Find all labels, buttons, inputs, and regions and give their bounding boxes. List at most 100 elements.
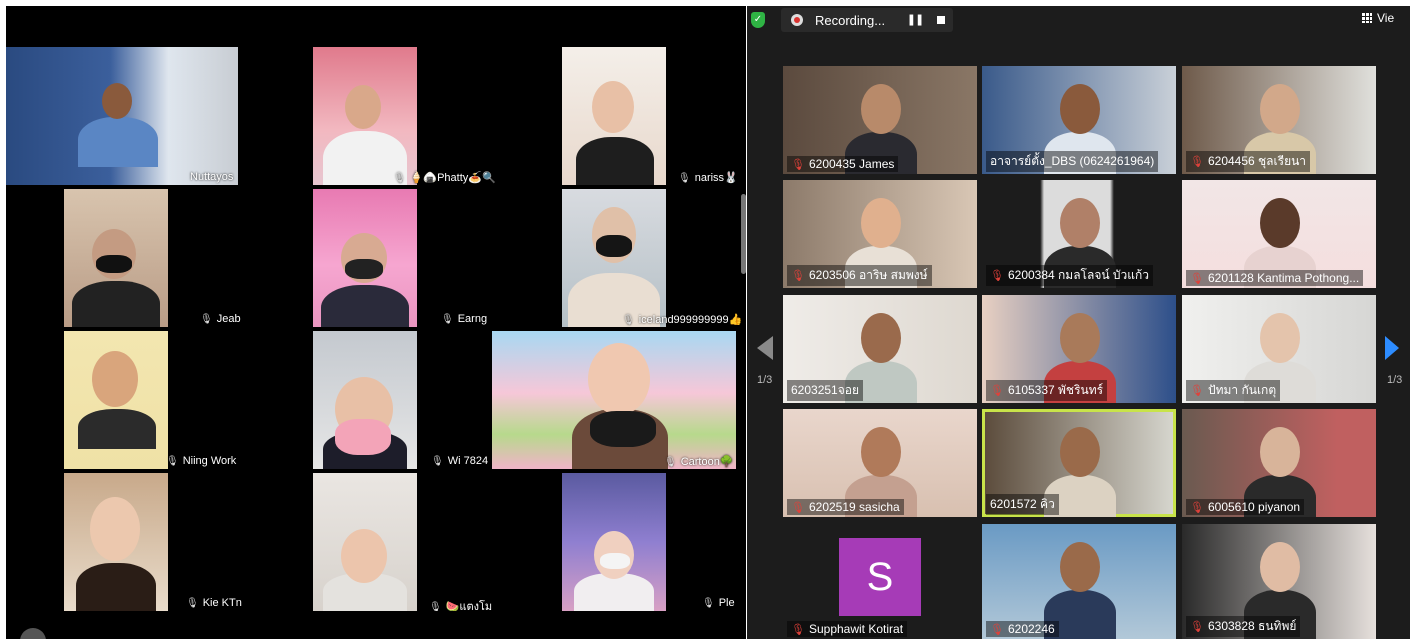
person-head — [1060, 198, 1100, 248]
participant-name: Earng — [457, 313, 488, 325]
person-body — [321, 285, 409, 327]
participant-video — [64, 473, 168, 611]
muted-mic-icon: 🎙 — [1190, 502, 1204, 514]
person-body — [78, 409, 156, 449]
meeting-participant-tile[interactable]: 6201572 คิว — [982, 409, 1176, 517]
muted-mic-icon: 🎙 — [791, 502, 805, 514]
person-head — [1060, 542, 1100, 592]
person-head — [861, 198, 901, 248]
muted-mic-icon: 🎙 — [990, 385, 1004, 397]
muted-mic-icon: 🎙 — [702, 598, 715, 609]
participant-video — [313, 331, 417, 469]
meeting-participant-name: 6201572 คิว — [990, 497, 1055, 511]
person-head — [861, 84, 901, 134]
face-mask — [600, 553, 630, 569]
avatar: S — [839, 538, 921, 616]
view-button[interactable]: Vie — [1362, 11, 1394, 25]
muted-mic-icon: 🎙 — [166, 456, 179, 467]
meeting-participant-name-tag: 🎙 6204456 ชุลเรียนา — [1186, 151, 1311, 172]
person-head — [90, 497, 140, 561]
left-participant-tile[interactable]: 🎙 Cartoon🌳 — [492, 331, 746, 469]
left-participant-tile[interactable]: 🎙 🍉แตงโม — [313, 473, 497, 611]
left-participant-tile[interactable]: 🎙 🍦🍙Phatty🍝🔍 — [313, 47, 497, 185]
meeting-participant-name: 6200384 กมลโลจน์ บัวแก้ว — [1007, 268, 1150, 282]
left-participant-tile[interactable]: 🎙 Jeab — [64, 189, 248, 327]
recording-label: Recording... — [815, 13, 886, 28]
participant-name-tag: 🎙 Ple — [702, 597, 735, 609]
muted-mic-icon: 🎙 — [441, 314, 454, 325]
security-shield-icon[interactable]: ✓ — [751, 12, 765, 28]
muted-mic-icon: 🎙 — [186, 598, 199, 609]
pause-recording-button[interactable]: ❚❚ — [905, 10, 925, 30]
meeting-participant-tile[interactable]: 🎙 6201128 Kantima Pothong... — [1182, 180, 1376, 288]
next-page-arrow-icon[interactable] — [1385, 336, 1399, 360]
participant-name-tag: Nuttayos — [190, 171, 233, 183]
participant-name: Niing Work — [182, 455, 237, 467]
meeting-participant-name: 6005610 piyanon — [1207, 500, 1301, 514]
muted-mic-icon: 🎙 — [1190, 385, 1204, 397]
participant-name: Jeab — [216, 313, 241, 325]
left-participant-tile[interactable]: 🎙 Earng — [313, 189, 497, 327]
muted-mic-icon: 🎙 — [678, 173, 691, 184]
meeting-participant-name: อาจารย์ตั้ง_DBS (0624261964) — [990, 154, 1155, 168]
avatar-letter: S — [866, 555, 894, 599]
participant-name-tag: 🎙 Earng — [441, 313, 487, 325]
meeting-participant-tile[interactable]: 🎙 6202519 sasicha — [783, 409, 977, 517]
face-mask — [96, 255, 132, 273]
meeting-participant-name-tag: อาจารย์ตั้ง_DBS (0624261964) — [986, 151, 1159, 172]
gallery-control-button[interactable] — [20, 628, 46, 639]
left-participant-tile[interactable]: Nuttayos — [6, 47, 318, 185]
stop-recording-button[interactable] — [931, 10, 951, 30]
muted-mic-icon: 🎙 — [791, 159, 805, 171]
muted-mic-icon: 🎙 — [1190, 273, 1204, 285]
participant-name: Ple — [718, 597, 735, 609]
left-participant-tile[interactable]: 🎙 iceland999999999👍 — [562, 189, 746, 327]
left-participant-tile[interactable]: 🎙 Niing Work — [64, 331, 248, 469]
muted-mic-icon: 🎙 — [622, 315, 635, 326]
recording-indicator: Recording... ❚❚ — [781, 8, 953, 32]
meeting-participant-tile[interactable]: 🎙 6105337 พัชรินทร์ — [982, 295, 1176, 403]
meeting-participant-tile[interactable]: 🎙 6303828 ธนทิพย์ — [1182, 524, 1376, 639]
left-participant-tile[interactable]: 🎙 Ple — [562, 473, 746, 611]
meeting-participant-tile[interactable]: อาจารย์ตั้ง_DBS (0624261964) — [982, 66, 1176, 174]
face-mask — [345, 259, 383, 279]
person-head — [102, 83, 132, 119]
person-body — [78, 117, 158, 167]
meeting-participant-name-tag: 🎙 6105337 พัชรินทร์ — [986, 380, 1108, 401]
left-participant-tile[interactable]: 🎙 Kie KTn — [64, 473, 248, 611]
person-head — [1060, 427, 1100, 477]
face-mask — [596, 235, 632, 257]
recording-dot-icon — [791, 14, 803, 26]
meeting-participant-tile[interactable]: 🎙 6200384 กมลโลจน์ บัวแก้ว — [982, 180, 1176, 288]
meeting-participant-name-tag: 🎙 6005610 piyanon — [1186, 499, 1305, 515]
left-participant-tile[interactable]: 🎙 nariss🐰 — [562, 47, 746, 185]
meeting-participant-tile[interactable]: 🎙 6203506 อาริษ สมพงษ์ — [783, 180, 977, 288]
left-participant-tile[interactable]: 🎙 Wi 7824 — [313, 331, 497, 469]
person-head — [861, 427, 901, 477]
person-head — [345, 85, 381, 129]
participant-video — [313, 473, 417, 611]
participant-name: Wi 7824 — [447, 455, 489, 467]
person-head — [1260, 542, 1300, 592]
meeting-participant-tile[interactable]: 🎙 6204456 ชุลเรียนา — [1182, 66, 1376, 174]
muted-mic-icon: 🎙 — [791, 624, 805, 636]
muted-mic-icon: 🎙 — [200, 314, 213, 325]
meeting-participant-tile[interactable]: 🎙 6005610 piyanon — [1182, 409, 1376, 517]
person-head — [92, 351, 138, 407]
page-indicator-left: 1/3 — [757, 374, 773, 386]
meeting-participant-tile[interactable]: 🎙 6202246 — [982, 524, 1176, 639]
meeting-participant-tile[interactable]: 🎙 ปัทมา กันเกตุ — [1182, 295, 1376, 403]
person-head — [1060, 313, 1100, 363]
meeting-participant-name-tag: 🎙 6201128 Kantima Pothong... — [1186, 270, 1364, 286]
meeting-participant-tile[interactable]: 6203251จอย — [783, 295, 977, 403]
previous-page-arrow-icon[interactable] — [757, 336, 773, 360]
person-body — [72, 281, 160, 327]
person-body — [76, 563, 156, 611]
gallery-scrollbar[interactable] — [741, 194, 746, 274]
participant-name-tag: 🎙 Niing Work — [166, 455, 236, 467]
meeting-participant-tile[interactable]: 🎙 6200435 James — [783, 66, 977, 174]
participant-video — [313, 189, 417, 327]
meeting-participant-tile[interactable]: S 🎙 Supphawit Kotirat — [783, 524, 977, 639]
participant-name: Cartoon🌳 — [680, 456, 734, 468]
participant-name: Nuttayos — [190, 171, 234, 183]
